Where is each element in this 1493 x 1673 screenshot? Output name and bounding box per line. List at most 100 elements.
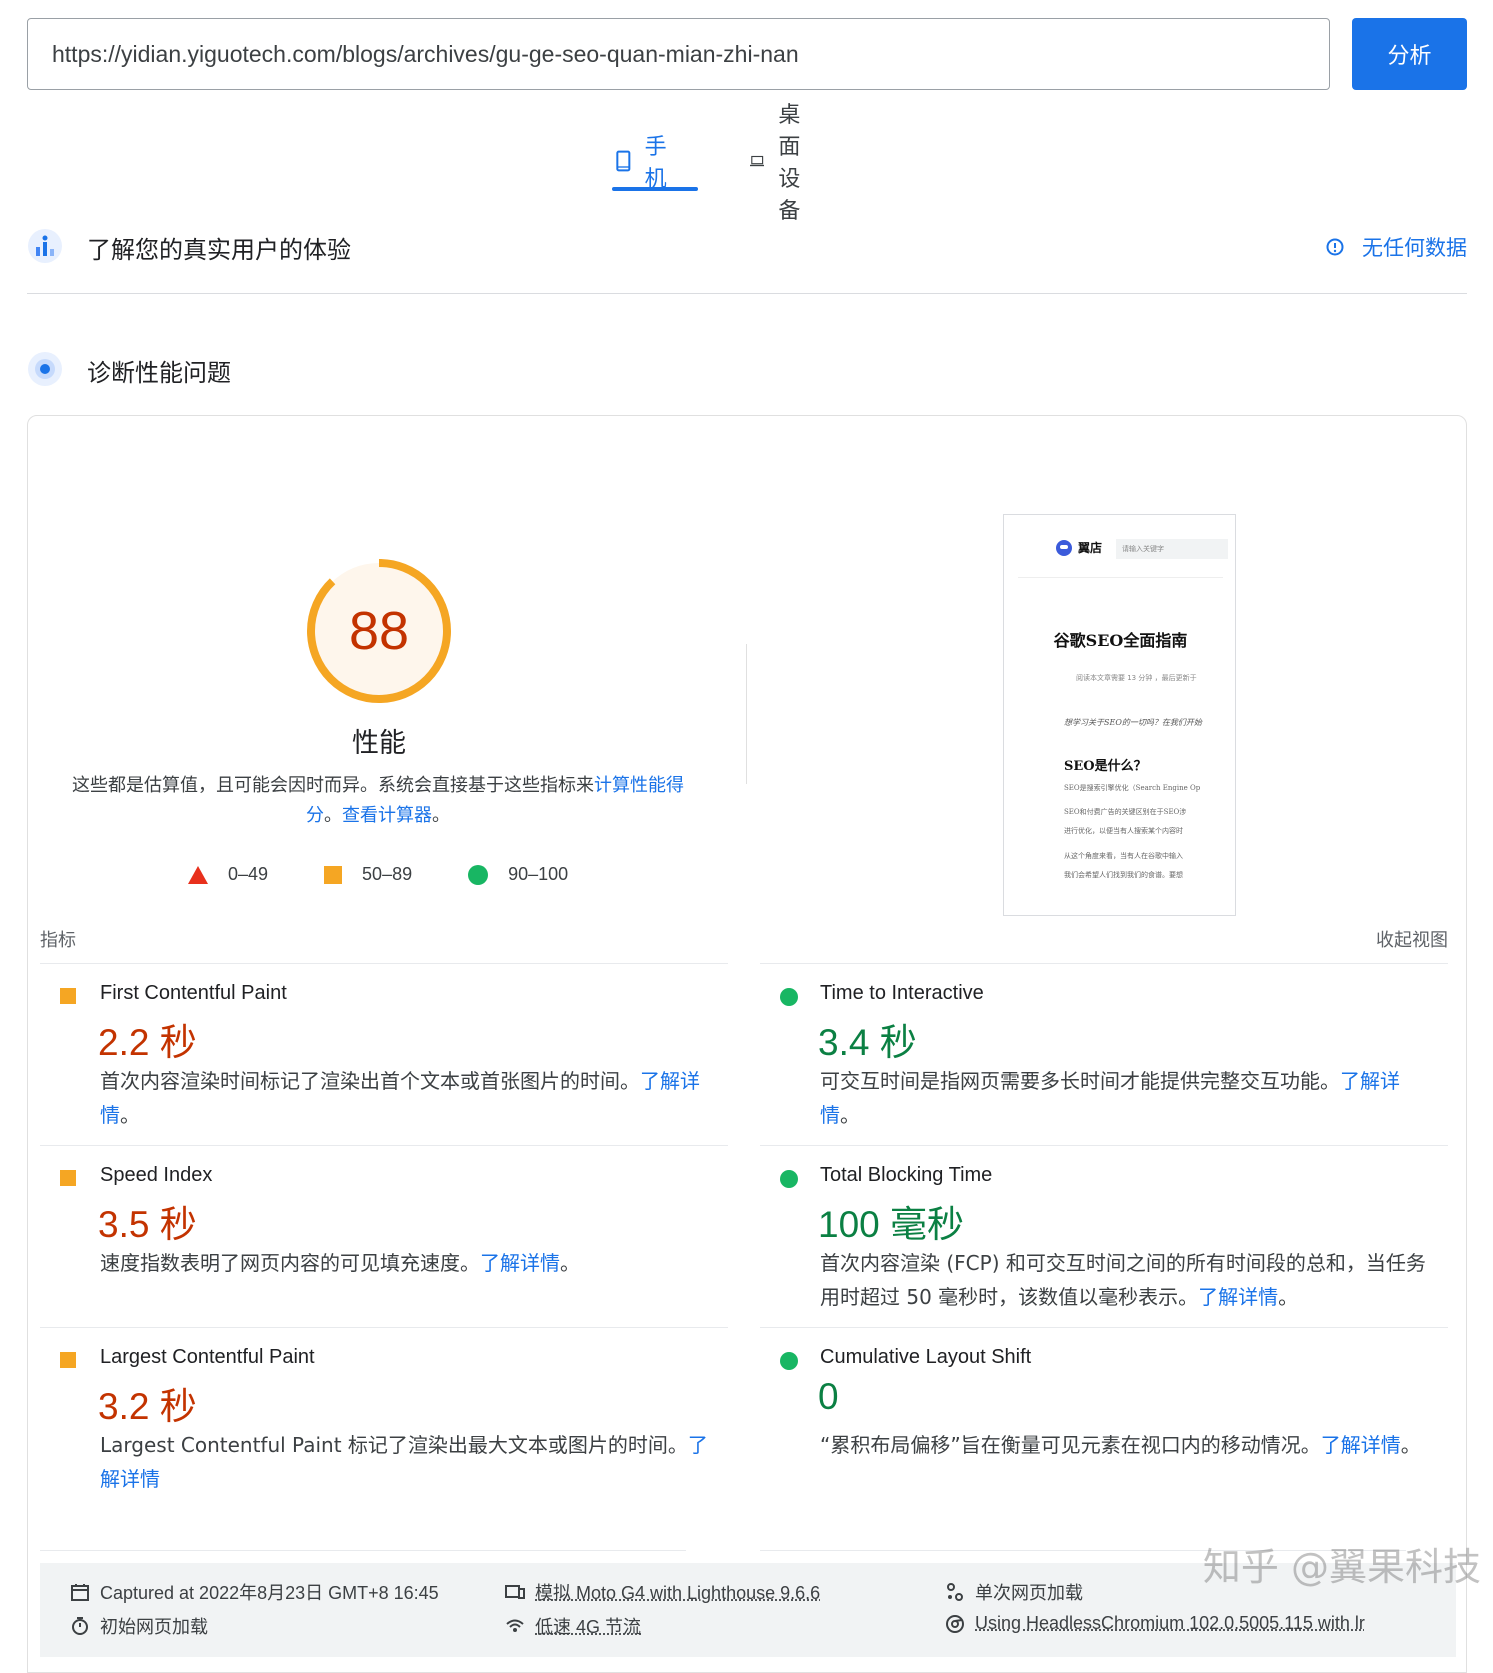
triangle-icon [188,865,208,884]
single-load-text: 单次网页加载 [975,1583,1083,1603]
performance-gauge: 88 [304,556,454,706]
metric-value: 100 毫秒 [818,1204,965,1245]
stopwatch-icon [72,1617,88,1635]
no-data-status[interactable]: 无任何数据 [1326,232,1467,262]
url-input[interactable] [27,18,1330,90]
performance-card: 88 性能 这些都是估算值，且可能会因时而异。系统会直接基于这些指标来计算性能得… [27,415,1467,1673]
average-square-icon [60,988,76,1004]
captured-text: Captured at 2022年8月23日 GMT+8 16:45 [100,1583,439,1603]
good-circle-icon [780,1170,798,1188]
thumb-brand-name: 翼店 [1078,541,1103,555]
thumb-line: SEO和付费广告的关键区别在于SEO涉 [1064,808,1187,816]
learn-more-link[interactable]: 了解详情 [1321,1433,1401,1457]
square-icon [324,865,343,884]
metric-cls: Cumulative Layout Shift 0 “累积布局偏移”旨在衡量可见… [760,1327,1448,1509]
average-square-icon [60,1170,76,1186]
throttle-text: 低速 4G 节流 [535,1617,642,1637]
watermark: 知乎 @翼果科技 [1202,1545,1481,1589]
thumb-line: SEO是搜索引擎优化（Search Engine Op [1064,784,1201,792]
captured-time: Captured at 2022年8月23日 GMT+8 16:45 [70,1579,439,1605]
collapse-view-toggle[interactable]: 收起视图 [1376,926,1448,952]
metric-description: 首次内容渲染 (FCP) 和可交互时间之间的所有时间段的总和，当任务用时超过 5… [820,1246,1430,1314]
metric-value: 0 [818,1376,839,1417]
metric-tbt: Total Blocking Time 100 毫秒 首次内容渲染 (FCP) … [760,1145,1448,1327]
good-circle-icon [780,1352,798,1370]
metrics-bottom-divider [40,1550,686,1551]
metrics-header: 指标 收起视图 [40,926,1448,952]
metric-description: 首次内容渲染时间标记了渲染出首个文本或首张图片的时间。了解详情。 [100,1064,710,1132]
vertical-divider [746,644,747,784]
tab-desktop-label: 桌面设备 [778,103,801,224]
metric-description: Largest Contentful Paint 标记了渲染出最大文本或图片的时… [100,1428,710,1496]
chrome-icon [946,1614,964,1633]
emulated-device[interactable]: 模拟 Moto G4 with Lighthouse 9.6.6 [505,1579,820,1605]
legend-poor-label: 0–49 [228,864,269,884]
active-tab-indicator [612,187,698,191]
no-data-label: 无任何数据 [1362,236,1467,260]
metric-value: 3.5 秒 [98,1204,197,1245]
metric-desc-end: 。 [1278,1285,1299,1309]
page-screenshot: 翼店 请输入关键字 谷歌SEO全面指南 阅读本文章需要 13 分钟 ，最后更新于… [1003,514,1236,916]
mobile-phone-icon [616,150,631,172]
metric-name: Cumulative Layout Shift [820,1346,1032,1368]
legend-average-label: 50–89 [362,864,413,884]
desc-sep: 。 [324,805,342,826]
analyze-button[interactable]: 分析 [1352,18,1467,90]
good-circle-icon [780,988,798,1006]
signal-icon [506,1619,524,1632]
calculator-link[interactable]: 查看计算器 [342,805,432,826]
users-chart-icon [28,229,62,263]
metric-value: 2.2 秒 [98,1022,197,1063]
thumb-line: 我们会希望人们找到我们的食谱。要想 [1064,871,1183,879]
thumb-meta: 阅读本文章需要 13 分钟 ，最后更新于 [1076,674,1197,682]
tab-desktop[interactable]: 桌面设备 [750,103,818,224]
crux-section: 了解您的真实用户的体验 无任何数据 [27,222,1467,294]
metrics-title: 指标 [40,930,76,951]
metric-name: Time to Interactive [820,982,984,1004]
info-icon [1326,238,1344,256]
metric-desc-end: 。 [120,1103,140,1127]
network-throttling[interactable]: 低速 4G 节流 [505,1613,641,1639]
thumb-separator [1018,577,1223,578]
circle-icon [468,864,489,885]
metric-lcp: Largest Contentful Paint 3.2 秒 Largest C… [40,1327,728,1509]
performance-label: 性能 [352,728,406,759]
legend-average: 50–89 [324,864,412,885]
thumb-heading: SEO是什么？ [1064,759,1147,774]
tab-mobile[interactable]: 手机 [616,130,674,192]
metric-desc-text: 可交互时间是指网页需要多长时间才能提供完整交互功能。 [820,1069,1340,1093]
metric-speed-index: Speed Index 3.5 秒 速度指数表明了网页内容的可见填充速度。了解详… [40,1145,728,1327]
metric-description: “累积布局偏移”旨在衡量可见元素在视口内的移动情况。了解详情。 [820,1428,1430,1462]
metric-description: 速度指数表明了网页内容的可见填充速度。了解详情。 [100,1246,710,1280]
metric-desc-text: 首次内容渲染 (FCP) 和可交互时间之间的所有时间段的总和，当任务用时超过 5… [820,1251,1426,1309]
metric-desc-text: 首次内容渲染时间标记了渲染出首个文本或首张图片的时间。 [100,1069,640,1093]
thumb-intro: 想学习关于SEO的一切吗？在我们开始 [1064,718,1202,727]
metric-desc-end: 。 [1400,1433,1421,1457]
browser-info[interactable]: Using HeadlessChromium 102.0.5005.115 wi… [945,1613,1365,1634]
learn-more-link[interactable]: 了解详情 [1198,1285,1278,1309]
laptop-icon [750,155,765,167]
devices-icon [505,1585,525,1599]
learn-more-link[interactable]: 了解详情 [480,1251,560,1275]
desc-end: 。 [432,805,450,826]
metric-desc-text: “累积布局偏移”旨在衡量可见元素在视口内的移动情况。 [820,1433,1321,1457]
score-legend: 0–49 50–89 90–100 [188,864,624,885]
metric-desc-text: Largest Contentful Paint 标记了渲染出最大文本或图片的时… [100,1433,688,1457]
desc-text: 这些都是估算值，且可能会因时而异。系统会直接基于这些指标来 [72,775,594,796]
metric-tti: Time to Interactive 3.4 秒 可交互时间是指网页需要多长时… [760,963,1448,1145]
initial-load-text: 初始网页加载 [100,1617,208,1637]
thumb-search: 请输入关键字 [1116,539,1228,559]
metric-value: 3.2 秒 [98,1386,197,1427]
tab-mobile-label: 手机 [644,135,667,192]
metric-desc-end: 。 [840,1103,860,1127]
initial-load: 初始网页加载 [70,1613,208,1639]
performance-score: 88 [348,601,410,661]
brand-logo-icon [1056,539,1072,556]
metric-value: 3.4 秒 [818,1022,917,1063]
metric-name: Total Blocking Time [820,1164,993,1186]
thumb-line: 进行优化，以便当有人搜索某个内容时 [1064,827,1183,835]
thumb-brand: 翼店 [1056,539,1102,556]
diagnose-title: 诊断性能问题 [87,359,231,387]
url-bar: 分析 [27,18,1467,90]
legend-good: 90–100 [468,864,568,885]
